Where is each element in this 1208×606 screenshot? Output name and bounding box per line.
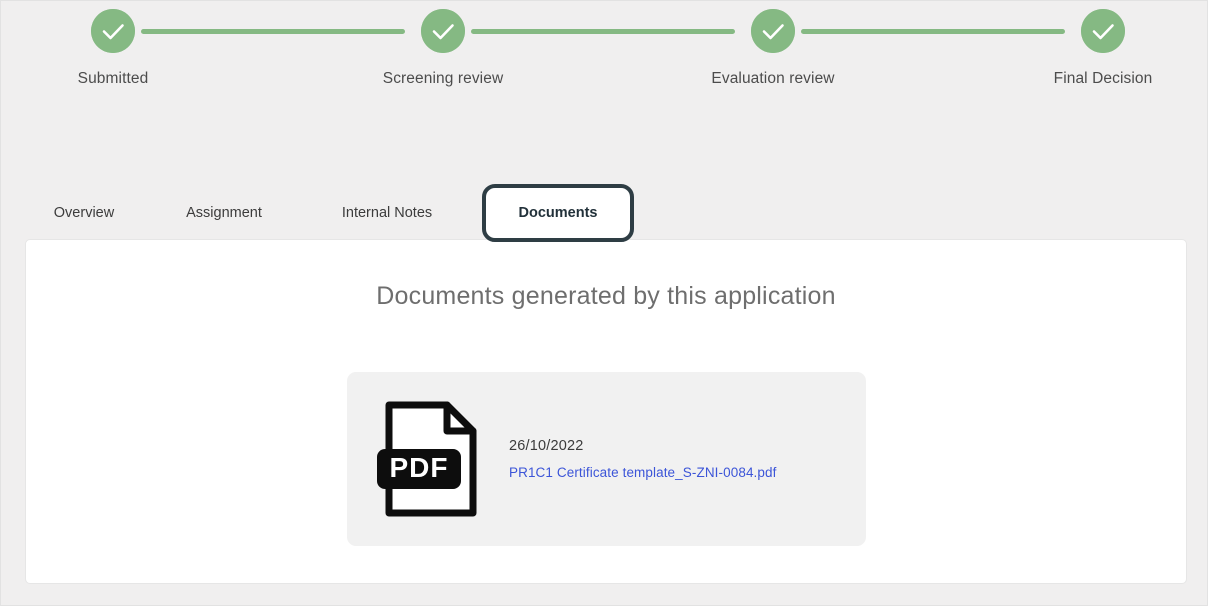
document-meta: 26/10/2022 PR1C1 Certificate template_S-… xyxy=(509,438,776,480)
application-detail-page: Submitted Screening review Evaluation re… xyxy=(0,0,1208,606)
tab-label: Overview xyxy=(53,205,115,221)
tab-documents[interactable]: Documents xyxy=(482,184,634,242)
stepper-step-final-decision[interactable]: Final Decision xyxy=(1013,9,1193,88)
tab-label: Internal Notes xyxy=(341,205,433,221)
stepper-step-label: Submitted xyxy=(77,70,149,87)
check-circle-icon xyxy=(421,9,465,53)
documents-panel: Documents generated by this application … xyxy=(25,239,1187,584)
tab-internal-notes[interactable]: Internal Notes xyxy=(313,184,461,242)
stepper-step-evaluation-review[interactable]: Evaluation review xyxy=(683,9,863,88)
document-filename-link[interactable]: PR1C1 Certificate template_S-ZNI-0084.pd… xyxy=(509,465,776,480)
panel-title: Documents generated by this application xyxy=(376,282,836,310)
document-date: 26/10/2022 xyxy=(509,438,584,454)
tab-overview[interactable]: Overview xyxy=(25,184,143,242)
stepper-step-label: Evaluation review xyxy=(711,70,835,87)
tab-assignment[interactable]: Assignment xyxy=(159,184,289,242)
tab-label: Assignment xyxy=(186,205,262,221)
check-circle-icon xyxy=(91,9,135,53)
stepper-step-screening-review[interactable]: Screening review xyxy=(353,9,533,88)
check-circle-icon xyxy=(751,9,795,53)
stepper-step-label: Screening review xyxy=(382,70,504,87)
svg-text:PDF: PDF xyxy=(390,452,449,483)
pdf-file-icon: PDF xyxy=(375,397,487,521)
stepper-step-label: Final Decision xyxy=(1053,70,1153,87)
progress-stepper: Submitted Screening review Evaluation re… xyxy=(1,1,1208,111)
stepper-step-submitted[interactable]: Submitted xyxy=(23,9,203,88)
tab-label: Documents xyxy=(518,205,598,221)
check-circle-icon xyxy=(1081,9,1125,53)
document-card[interactable]: PDF 26/10/2022 PR1C1 Certificate templat… xyxy=(347,372,866,546)
tab-bar: Overview Assignment Internal Notes Docum… xyxy=(25,184,1187,242)
